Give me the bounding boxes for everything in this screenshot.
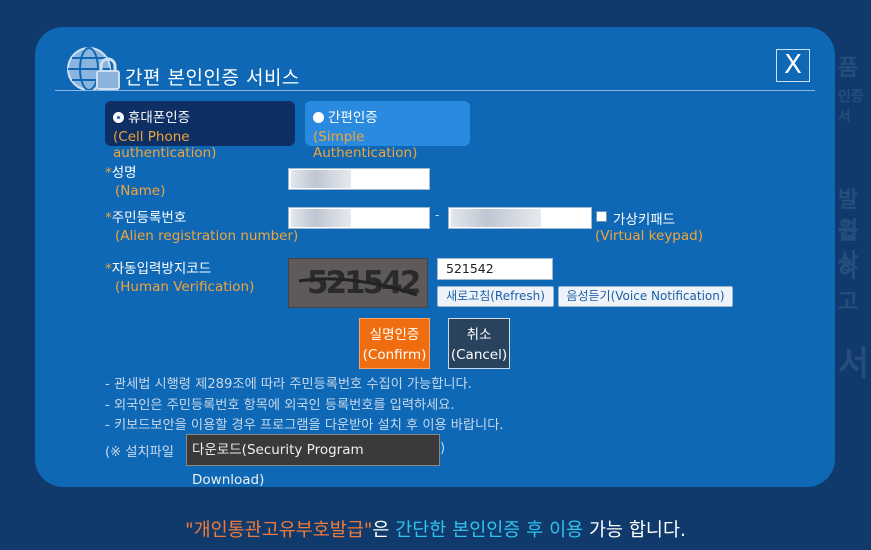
radio-unselected-icon [313, 112, 324, 123]
required-mark: * [105, 210, 112, 226]
confirm-button[interactable]: 실명인증 (Confirm) [359, 318, 430, 369]
id-sublabel: (Alien registration number) [115, 228, 299, 244]
tab-simple-auth[interactable]: 간편인증 (Simple Authentication) [305, 101, 470, 161]
notice-item: - 외국인은 주민등록번호 항목에 외국인 등록번호를 입력하세요. [105, 397, 455, 413]
name-label: *성명 (Name) [105, 161, 165, 199]
cancel-button[interactable]: 취소 (Cancel) [448, 318, 510, 369]
tab-cell-phone-auth[interactable]: 휴대폰인증 (Cell Phone authentication) [105, 101, 295, 161]
download-suffix: ) [440, 441, 446, 456]
required-mark: * [105, 165, 112, 181]
confirm-sublabel: (Confirm) [362, 347, 427, 363]
secure-globe-icon [67, 47, 120, 91]
notice-item: - 관세법 시행령 제289조에 따라 주민등록번호 수집이 가능합니다. [105, 377, 472, 392]
captcha-label-text: 자동입력방지코드 [111, 261, 212, 277]
download-prefix: (※ 설치파일 [105, 445, 174, 460]
modal-header: 간편 본인인증 서비스 [65, 45, 817, 91]
security-program-download-button[interactable]: 다운로드(Security Program Download) [186, 434, 440, 488]
background-text: 하고 [838, 258, 859, 315]
required-mark: * [105, 261, 112, 277]
title-divider [55, 90, 815, 91]
modal-title: 간편 본인인증 서비스 [125, 67, 300, 89]
background-text: 인증서 [838, 89, 864, 125]
captcha-label: *자동입력방지코드 (Human Verification) [105, 257, 254, 295]
redacted-id-first [291, 209, 351, 227]
redacted-id-second [451, 209, 541, 227]
footer-text: 가능 합니다. [583, 520, 686, 541]
captcha-noise-icon [298, 277, 418, 297]
captcha-input[interactable]: 521542 [437, 258, 553, 280]
keypad-sublabel: (Virtual keypad) [595, 228, 703, 244]
redacted-name [291, 170, 351, 188]
virtual-keypad-checkbox[interactable] [596, 211, 607, 222]
background-text: 서 [838, 344, 870, 384]
name-label-text: 성명 [111, 165, 137, 181]
confirm-label: 실명인증 [369, 327, 420, 343]
tab-sublabel: (Cell Phone authentication) [113, 129, 217, 161]
footer-highlight: 간단한 본인인증 후 이용 [395, 520, 584, 541]
auth-modal: 간편 본인인증 서비스 X 휴대폰인증 (Cell Phone authenti… [35, 27, 835, 488]
captcha-image: 521542 [288, 258, 428, 308]
footer-quoted: "개인통관고유부호발급" [185, 520, 373, 541]
footer-message: "개인통관고유부호발급"은 간단한 본인인증 후 이용 가능 합니다. [0, 516, 871, 542]
close-button[interactable]: X [776, 49, 810, 82]
voice-notification-button[interactable]: 음성듣기(Voice Notification) [558, 286, 733, 307]
id-label: *주민등록번호 (Alien registration number) [105, 206, 298, 244]
cancel-label: 취소 [466, 327, 492, 343]
footer-text: 은 [372, 520, 396, 541]
cancel-sublabel: (Cancel) [450, 347, 508, 363]
notice-list: - 관세법 시행령 제289조에 따라 주민등록번호 수집이 가능합니다. - … [105, 375, 504, 437]
tab-label: 휴대폰인증 [128, 110, 191, 126]
refresh-button[interactable]: 새로고침(Refresh) [437, 286, 554, 307]
id-separator: - [435, 208, 440, 222]
captcha-sublabel: (Human Verification) [115, 279, 255, 295]
radio-selected-icon [113, 112, 124, 123]
tab-label: 간편인증 [328, 110, 378, 126]
name-sublabel: (Name) [115, 183, 166, 199]
tab-sublabel: (Simple Authentication) [313, 129, 418, 161]
keypad-label: 가상키패드 [613, 212, 676, 228]
background-text: 품 [838, 56, 859, 81]
id-label-text: 주민등록번호 [111, 210, 187, 226]
